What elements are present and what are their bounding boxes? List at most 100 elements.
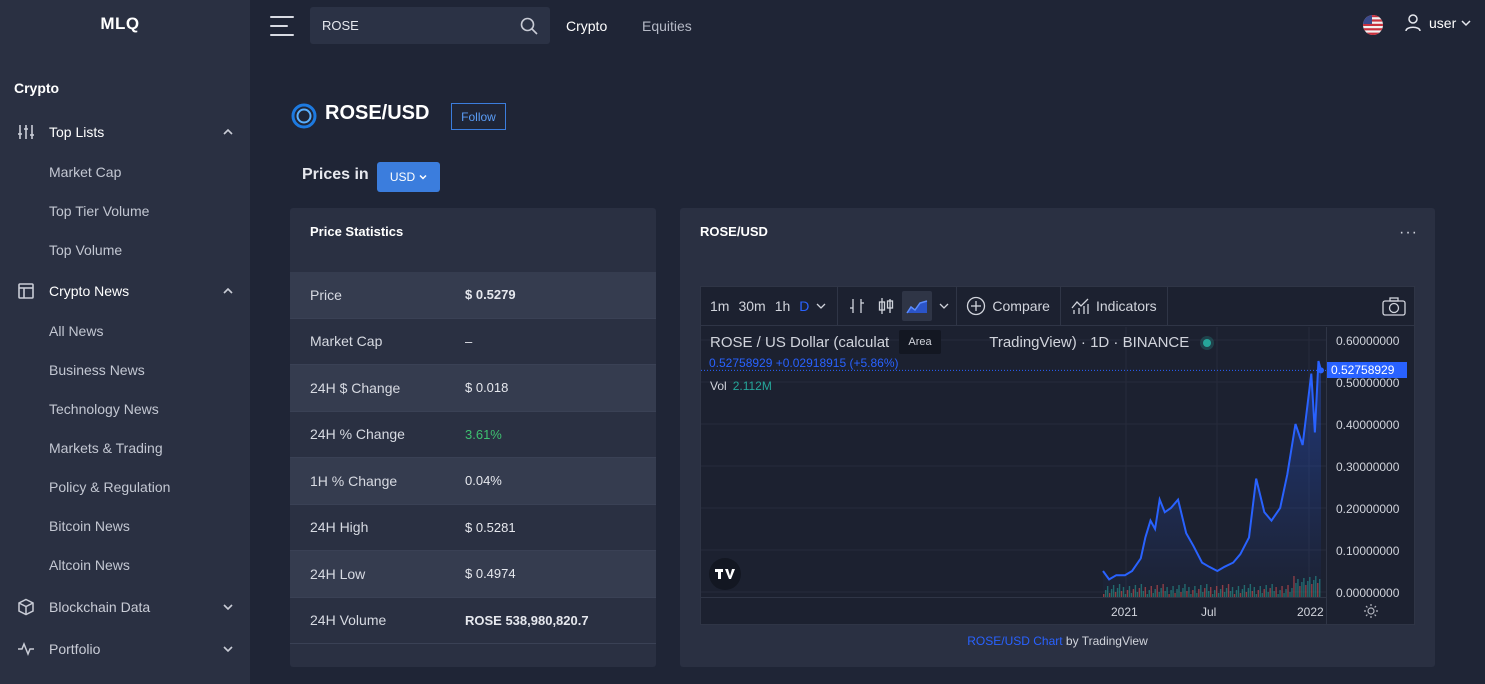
stats-label: 24H Volume: [310, 612, 387, 629]
rose-logo-icon: [291, 103, 317, 129]
stats-value: $ 0.4974: [465, 566, 516, 582]
compare-button[interactable]: Compare: [992, 298, 1050, 314]
sidebar-group-portfolio[interactable]: Portfolio: [16, 637, 234, 661]
app-logo[interactable]: MLQ: [0, 14, 240, 34]
y-tick-label: 0.00000000: [1336, 586, 1400, 600]
indicators-button[interactable]: Indicators: [1096, 298, 1157, 314]
chart-legend-values: 0.52758929 +0.02918915 (+5.86%): [709, 356, 899, 370]
y-tick-label: 0.40000000: [1336, 418, 1400, 432]
sidebar-group-top-lists[interactable]: Top Lists: [16, 120, 234, 144]
stats-label: 24H High: [310, 519, 369, 536]
camera-icon[interactable]: [1382, 296, 1406, 316]
stats-label: 24H Low: [310, 565, 366, 582]
us-flag-icon[interactable]: [1363, 15, 1383, 35]
sidebar-item-technology-news[interactable]: Technology News: [49, 401, 159, 417]
tradingview-widget: 1m 30m 1h D Compare Indicators ROSE / US…: [700, 286, 1415, 625]
timeframe-1m[interactable]: 1m: [710, 298, 729, 314]
chevron-down-icon[interactable]: [938, 296, 950, 316]
chevron-down-icon[interactable]: [815, 296, 827, 316]
more-options-icon[interactable]: ···: [1399, 224, 1418, 242]
timeframe-1h[interactable]: 1h: [775, 298, 791, 314]
timeframe-d[interactable]: D: [799, 298, 809, 314]
chart-legend-volume: Vol 2.112M: [710, 379, 772, 393]
sidebar-group-label: Crypto News: [49, 283, 130, 299]
currency-select[interactable]: USD: [377, 162, 440, 192]
last-price-dot: [1318, 367, 1324, 374]
sidebar-section-title: Crypto: [14, 80, 60, 96]
settings-gear-icon[interactable]: [1363, 603, 1379, 619]
chart-attribution: ROSE/USD Chart by TradingView: [680, 634, 1435, 648]
sidebar-item-top-volume[interactable]: Top Volume: [49, 242, 122, 258]
user-icon: [1405, 14, 1421, 32]
indicators-icon[interactable]: [1070, 296, 1090, 316]
user-label: user: [1429, 15, 1457, 31]
stats-row: Price $ 0.5279: [290, 272, 656, 319]
compare-plus-icon[interactable]: [966, 296, 986, 316]
y-tick-label: 0.10000000: [1336, 544, 1400, 558]
vol-value: 2.112M: [732, 379, 772, 393]
newspaper-icon: [16, 281, 36, 301]
stats-label: Price: [310, 286, 342, 303]
stats-row: 1H % Change 0.04%: [290, 458, 656, 505]
chart-attribution-link[interactable]: ROSE/USD Chart: [967, 634, 1062, 648]
user-menu[interactable]: user: [1405, 14, 1471, 32]
nav-crypto[interactable]: Crypto: [566, 18, 607, 34]
sidebar-group-label: Top Lists: [49, 124, 105, 140]
sidebar-item-top-tier-volume[interactable]: Top Tier Volume: [49, 203, 149, 219]
search-input[interactable]: [322, 18, 512, 33]
timeframe-30m[interactable]: 30m: [738, 298, 765, 314]
stats-label: 1H % Change: [310, 472, 398, 489]
sidebar-item-bitcoin-news[interactable]: Bitcoin News: [49, 518, 130, 534]
stats-label: 24H $ Change: [310, 379, 401, 396]
chevron-up-icon: [223, 287, 233, 294]
y-tick-label: 0.30000000: [1336, 460, 1400, 474]
price-axis[interactable]: 0.60000000 0.50000000 0.40000000 0.30000000…: [1326, 327, 1414, 624]
sidebar-item-policy-regulation[interactable]: Policy & Regulation: [49, 479, 170, 495]
follow-button[interactable]: Follow: [451, 103, 506, 130]
cube-icon: [16, 597, 36, 617]
sidebar-item-market-cap[interactable]: Market Cap: [49, 164, 121, 180]
stats-label: Market Cap: [310, 333, 383, 350]
sidebar-group-label: Blockchain Data: [49, 599, 151, 615]
sidebar-item-markets-trading[interactable]: Markets & Trading: [49, 440, 163, 456]
attribution-text: by TradingView: [1062, 634, 1148, 648]
market-status-icon: [1203, 339, 1212, 348]
card-title: ROSE/USD: [700, 224, 768, 239]
stats-row: 24H % Change 3.61%: [290, 412, 656, 458]
menu-icon[interactable]: [270, 16, 294, 36]
nav-equities[interactable]: Equities: [642, 18, 692, 34]
bars-icon[interactable]: [847, 296, 867, 316]
search-box: [310, 7, 550, 44]
prices-in-label: Prices in: [302, 166, 369, 183]
stats-value: $ 0.018: [465, 380, 509, 396]
search-icon[interactable]: [520, 17, 538, 35]
sidebar-group-blockchain-data[interactable]: Blockchain Data: [16, 595, 234, 619]
area-icon: [906, 300, 928, 314]
chart-card: ROSE/USD ··· 1m 30m 1h D Compare Indicat…: [680, 208, 1435, 667]
currency-value: USD: [389, 170, 416, 184]
x-tick-label: Jul: [1201, 605, 1217, 619]
chevron-down-icon: [223, 604, 233, 611]
vol-label: Vol: [710, 379, 727, 393]
stats-table: Price $ 0.5279 Market Cap – 24H $ Change $ 0.…: [290, 272, 656, 644]
legend-symbol-right: TradingView) · 1D · BINANCE: [989, 334, 1190, 351]
area-chart-type-button[interactable]: [902, 291, 933, 321]
chevron-down-icon: [419, 174, 427, 180]
y-tick-label: 0.60000000: [1336, 334, 1400, 348]
stats-value: 3.61%: [465, 426, 502, 442]
stats-row: 24H Volume ROSE 538,980,820.7: [290, 598, 656, 644]
sidebar-item-altcoin-news[interactable]: Altcoin News: [49, 557, 130, 573]
sidebar-group-label: Portfolio: [49, 641, 101, 657]
candles-icon[interactable]: [876, 296, 896, 316]
stats-value: $ 0.5281: [465, 519, 516, 535]
sidebar-group-crypto-news[interactable]: Crypto News: [16, 279, 234, 303]
x-tick-label: 2021: [1111, 605, 1138, 619]
sidebar-item-business-news[interactable]: Business News: [49, 362, 145, 378]
x-tick-label: 2022: [1297, 605, 1324, 619]
activity-icon: [16, 639, 36, 659]
stats-row: 24H Low $ 0.4974: [290, 551, 656, 598]
legend-symbol-left: ROSE / US Dollar (calculat: [710, 334, 890, 351]
sidebar-item-all-news[interactable]: All News: [49, 323, 103, 339]
tradingview-logo-icon[interactable]: [709, 558, 741, 590]
time-axis[interactable]: 2021 Jul 2022: [701, 597, 1326, 624]
